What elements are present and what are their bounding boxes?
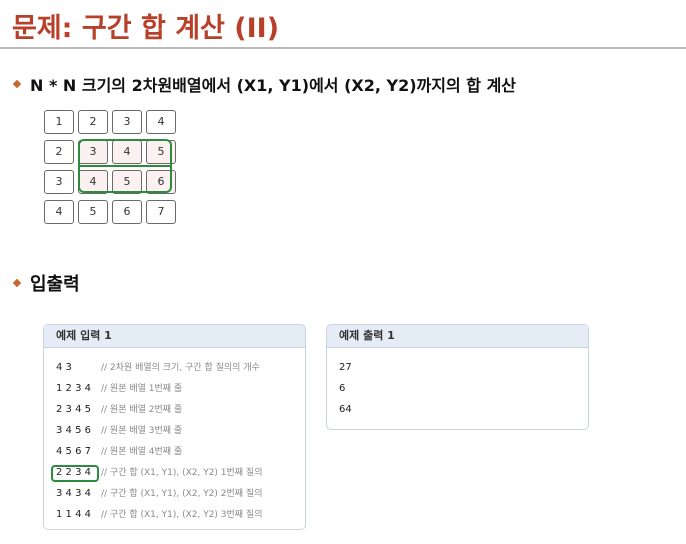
section-io-heading: 입출력: [12, 270, 80, 296]
input-line: 3 4 5 6// 원본 배열 3번째 줄: [56, 425, 183, 436]
output-line: 27: [339, 362, 352, 373]
io-heading: 입출력: [30, 274, 80, 295]
bullet-diamond-icon: [12, 79, 22, 89]
input-line: 2 3 4 5// 원본 배열 2번째 줄: [56, 404, 183, 415]
input-line: 3 4 3 4// 구간 합 (X1, Y1), (X2, Y2) 2번째 질의: [56, 488, 263, 499]
grid-cell: 1: [44, 110, 74, 134]
sample-input-panel: 예제 입력 1 4 3// 2차원 배열의 크기, 구간 합 질의의 개수 1 …: [43, 324, 306, 530]
problem-description: N * N 크기의 2차원배열에서 (X1, Y1)에서 (X2, Y2)까지의…: [30, 76, 517, 95]
grid-cell: 3: [112, 110, 142, 134]
input-line: 4 3// 2차원 배열의 크기, 구간 합 질의의 개수: [56, 362, 260, 373]
section-problem-heading: N * N 크기의 2차원배열에서 (X1, Y1)에서 (X2, Y2)까지의…: [12, 72, 517, 96]
grid-cell: 4: [146, 110, 176, 134]
input-line: 4 5 6 7// 원본 배열 4번째 줄: [56, 446, 183, 457]
sample-output-title: 예제 출력 1: [327, 325, 588, 348]
sample-output-panel: 예제 출력 1 27 6 64: [326, 324, 589, 430]
query-highlight-box: [51, 465, 99, 482]
grid-cell: 5: [78, 200, 108, 224]
page-title: 문제: 구간 합 계산 (II): [12, 13, 280, 44]
bullet-diamond-icon: [12, 278, 22, 288]
output-line: 64: [339, 404, 352, 415]
grid-cell: 2: [78, 110, 108, 134]
grid-cell: 7: [146, 200, 176, 224]
grid-cell: 6: [112, 200, 142, 224]
title-divider: [0, 47, 686, 49]
output-line: 6: [339, 383, 346, 394]
grid-cell: 2: [44, 140, 74, 164]
input-line: 1 1 4 4// 구간 합 (X1, Y1), (X2, Y2) 3번째 질의: [56, 509, 263, 520]
grid-cell: 4: [44, 200, 74, 224]
input-line: 1 2 3 4// 원본 배열 1번째 줄: [56, 383, 183, 394]
range-highlight-divider: [78, 165, 172, 167]
grid-cell: 3: [44, 170, 74, 194]
sample-input-title: 예제 입력 1: [44, 325, 305, 348]
